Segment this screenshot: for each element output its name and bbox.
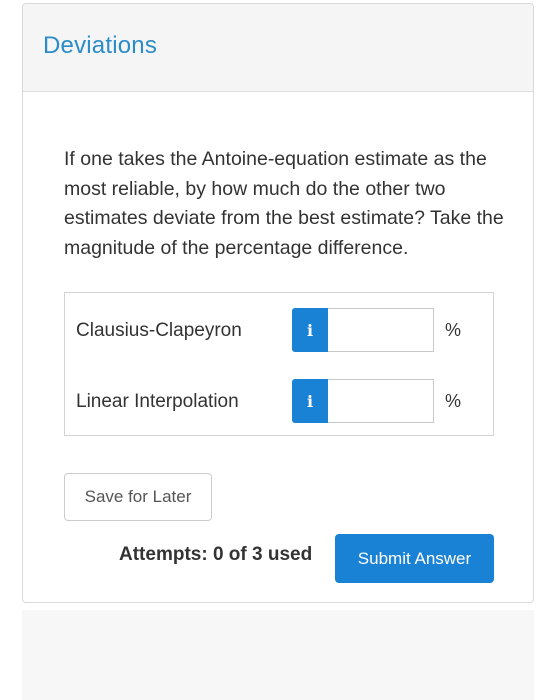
info-icon: i — [306, 391, 314, 411]
info-button[interactable]: i — [292, 379, 328, 423]
question-text: If one takes the Antoine-equation estima… — [64, 148, 504, 259]
info-icon: i — [306, 320, 314, 340]
card-header: Deviations — [23, 4, 533, 92]
answer-input[interactable] — [328, 308, 434, 352]
info-button[interactable]: i — [292, 308, 328, 352]
answer-input[interactable] — [328, 379, 434, 423]
answer-box: Clausius-Clapeyron i % Linear Interpolat… — [64, 292, 494, 436]
question-card: Deviations If one takes the Antoine-equa… — [22, 3, 534, 603]
attempts-text: Attempts: 0 of 3 used — [119, 544, 313, 565]
answer-label: Linear Interpolation — [76, 391, 239, 412]
save-for-later-button[interactable]: Save for Later — [64, 473, 212, 521]
answer-label: Clausius-Clapeyron — [76, 320, 242, 341]
answer-row-clausius-clapeyron: Clausius-Clapeyron i % — [65, 308, 493, 354]
answer-row-linear-interpolation: Linear Interpolation i % — [65, 379, 493, 425]
unit-label: % — [445, 391, 462, 411]
unit-label: % — [445, 320, 462, 340]
bottom-panel — [22, 610, 534, 700]
submit-answer-button[interactable]: Submit Answer — [335, 534, 494, 583]
card-title: Deviations — [43, 32, 158, 59]
